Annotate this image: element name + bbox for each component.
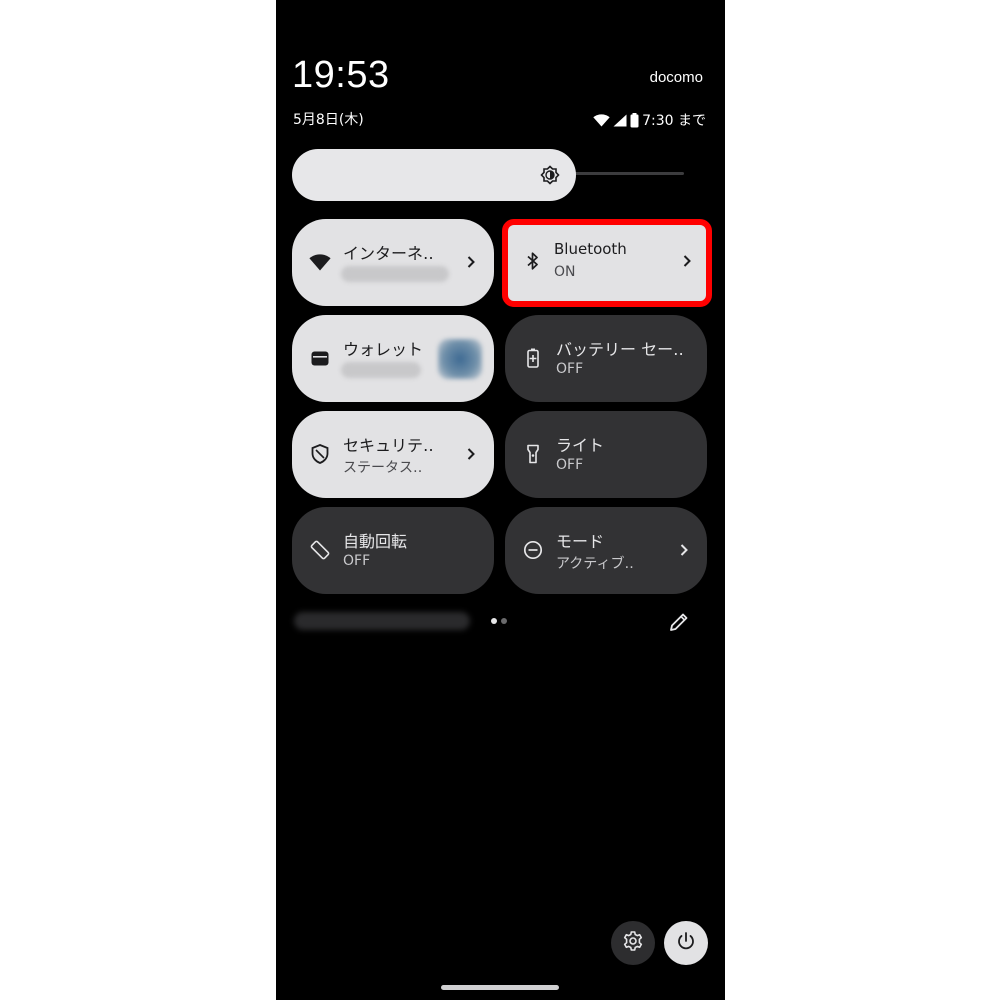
edit-button[interactable] bbox=[666, 609, 692, 635]
alarm-text: 7:30 まで bbox=[642, 113, 706, 129]
tile-title: バッテリー セー‥ bbox=[556, 340, 684, 359]
rotate-icon bbox=[309, 539, 331, 561]
power-button[interactable] bbox=[664, 921, 708, 965]
signal-icon bbox=[613, 114, 627, 127]
gear-icon bbox=[622, 930, 644, 956]
date-label[interactable]: 5月8日(木) bbox=[293, 109, 364, 129]
quick-settings-panel: 19:53 docomo 5月8日(木) 7:30 まで インターネ‥ Blue… bbox=[276, 0, 725, 1000]
settings-button[interactable] bbox=[611, 921, 655, 965]
tile-title: ライト bbox=[556, 436, 605, 455]
tile-subtitle: OFF bbox=[343, 553, 371, 569]
page-dot-active bbox=[491, 618, 497, 624]
tile-flashlight[interactable]: ライト OFF bbox=[505, 411, 707, 498]
brightness-track[interactable] bbox=[574, 172, 684, 175]
navigation-handle[interactable] bbox=[441, 985, 559, 990]
power-icon bbox=[675, 930, 697, 956]
tile-title: モード bbox=[556, 532, 605, 551]
tile-subtitle: OFF bbox=[556, 457, 584, 473]
tile-title: セキュリテ‥ bbox=[343, 436, 434, 455]
card-thumbnail bbox=[438, 339, 482, 379]
battery-icon bbox=[630, 112, 639, 128]
carrier-label: docomo bbox=[649, 69, 703, 86]
flashlight-icon bbox=[522, 443, 544, 465]
chevron-right-icon bbox=[465, 443, 477, 465]
wallet-icon bbox=[309, 347, 331, 369]
battery-saver-icon bbox=[522, 347, 544, 369]
tile-security[interactable]: セキュリテ‥ ステータス‥ bbox=[292, 411, 494, 498]
clock: 19:53 bbox=[292, 54, 390, 96]
page-dot bbox=[501, 618, 507, 624]
tile-subtitle-redacted bbox=[341, 266, 449, 282]
wifi-status-icon bbox=[593, 113, 610, 127]
build-number-redacted bbox=[294, 612, 470, 630]
pencil-icon bbox=[666, 613, 692, 639]
tile-subtitle: アクティブ‥ bbox=[556, 556, 634, 572]
wifi-icon bbox=[309, 251, 331, 273]
tile-internet[interactable]: インターネ‥ bbox=[292, 219, 494, 306]
shield-icon bbox=[309, 443, 331, 465]
tile-subtitle: OFF bbox=[556, 361, 584, 377]
tile-title: ウォレット bbox=[343, 340, 424, 359]
tile-battery-saver[interactable]: バッテリー セー‥ OFF bbox=[505, 315, 707, 402]
brightness-slider[interactable] bbox=[292, 149, 576, 201]
tile-auto-rotate[interactable]: 自動回転 OFF bbox=[292, 507, 494, 594]
tile-subtitle-redacted bbox=[341, 362, 421, 378]
tile-title: 自動回転 bbox=[343, 532, 408, 551]
chevron-right-icon bbox=[678, 539, 690, 561]
chevron-right-icon bbox=[465, 251, 477, 273]
minus-circle-icon bbox=[522, 539, 544, 561]
tile-wallet[interactable]: ウォレット bbox=[292, 315, 494, 402]
tile-title: インターネ‥ bbox=[343, 244, 434, 263]
tile-mode[interactable]: モード アクティブ‥ bbox=[505, 507, 707, 594]
page-indicator bbox=[491, 618, 507, 624]
bluetooth-highlight-frame bbox=[502, 219, 712, 307]
status-icons: 7:30 まで bbox=[593, 110, 706, 130]
brightness-auto-icon bbox=[538, 163, 562, 187]
tile-subtitle: ステータス‥ bbox=[343, 460, 423, 476]
